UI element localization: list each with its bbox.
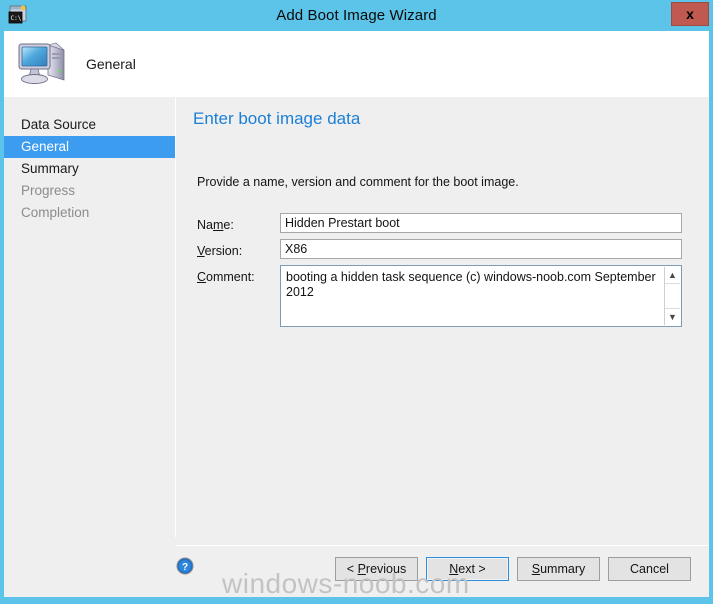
wizard-window: C:\ Add Boot Image Wizard x General Data… [0, 0, 713, 604]
comment-scrollbar[interactable]: ▲ ▼ [664, 267, 680, 325]
dialog-body: Data Source General Summary Progress Com… [4, 97, 709, 597]
summary-button[interactable]: Summary [517, 557, 600, 581]
previous-button[interactable]: < Previous [335, 557, 418, 581]
wizard-step-nav: Data Source General Summary Progress Com… [4, 97, 175, 597]
next-button[interactable]: Next > [426, 557, 509, 581]
comment-textarea[interactable]: booting a hidden task sequence (c) windo… [280, 265, 682, 327]
version-input[interactable] [280, 239, 682, 259]
cancel-button[interactable]: Cancel [608, 557, 691, 581]
page-title: Enter boot image data [193, 109, 361, 128]
sidebar-item-general[interactable]: General [4, 136, 175, 158]
sidebar-item-completion: Completion [21, 205, 90, 220]
window-bottom-border [0, 597, 713, 604]
footer-divider [176, 545, 709, 546]
window-title: Add Boot Image Wizard [276, 7, 437, 24]
sidebar-item-summary[interactable]: Summary [4, 158, 175, 180]
comment-field-label: Comment: [197, 270, 255, 284]
wizard-header: General [4, 31, 709, 97]
comment-value: booting a hidden task sequence (c) windo… [286, 270, 656, 299]
help-question-icon[interactable]: ? [176, 557, 194, 575]
chevron-down-icon[interactable]: ▼ [665, 308, 680, 325]
sidebar-item-progress: Progress [21, 183, 76, 198]
header-title: General [86, 56, 136, 72]
svg-text:?: ? [182, 562, 188, 573]
name-field-label: Name: [197, 218, 234, 232]
computer-icon [16, 37, 70, 89]
sidebar-item-data-source[interactable]: Data Source [4, 114, 175, 136]
chevron-up-icon[interactable]: ▲ [665, 267, 680, 284]
version-field-label: Version: [197, 244, 243, 258]
content-pane: Enter boot image data Provide a name, ve… [176, 97, 709, 597]
name-input[interactable] [280, 213, 682, 233]
close-button[interactable]: x [671, 2, 709, 26]
instruction-text: Provide a name, version and comment for … [197, 175, 519, 189]
title-bar: C:\ Add Boot Image Wizard x [0, 0, 713, 31]
